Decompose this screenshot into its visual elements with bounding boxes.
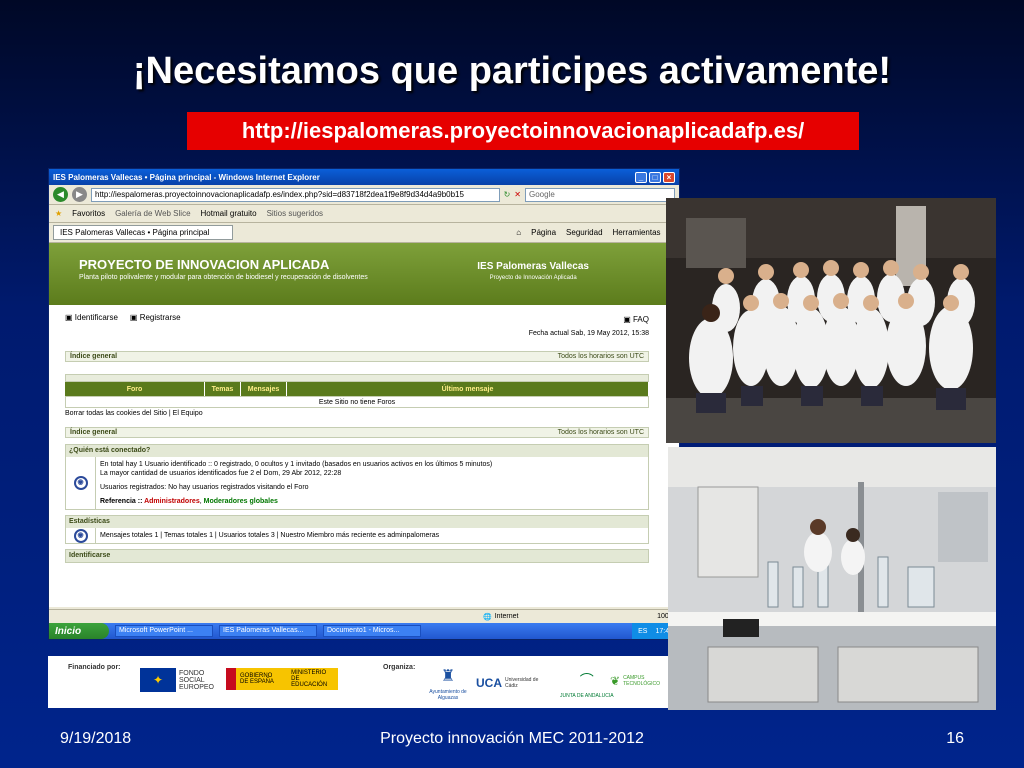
banner-site-sub: Proyecto de Innovación Aplicada — [489, 275, 577, 281]
tool-page[interactable]: Página — [531, 228, 556, 237]
admins-link[interactable]: Administradores — [144, 498, 200, 505]
users-online-icon: ◉ — [73, 476, 88, 490]
who-online-section: ¿Quién está conectado? ◉ En total hay 1 … — [65, 444, 649, 510]
favorites-item-2[interactable]: Hotmail gratuito — [201, 209, 257, 218]
tool-tools[interactable]: Herramientas — [613, 228, 661, 237]
stats-section: Estadísticas ◉ Mensajes totales 1 | Tema… — [65, 515, 649, 544]
reference-line: Referencia :: Administradores, Moderador… — [100, 498, 278, 505]
window-titlebar: IES Palomeras Vallecas • Página principa… — [49, 169, 679, 185]
favorites-bar: ★ Favoritos Galería de Web Slice Hotmail… — [49, 205, 679, 223]
laboratory-illustration — [668, 447, 996, 710]
task-word[interactable]: Documento1 - Micros... — [323, 625, 421, 637]
forum-page: PROYECTO DE INNOVACION APLICADA Planta p… — [49, 243, 679, 607]
stop-icon[interactable]: ✕ — [514, 190, 521, 199]
tool-security[interactable]: Seguridad — [566, 228, 602, 237]
stats-title: Estadísticas — [66, 516, 648, 528]
stats-line: Mensajes totales 1 | Temas totales 1 | U… — [100, 532, 440, 539]
index-bar-bottom: Índice general Todos los horarios son UT… — [65, 427, 649, 438]
forward-icon[interactable]: ▶ — [72, 187, 87, 202]
uca-logo: UCA Universidad de Cádiz — [476, 676, 539, 690]
funded-by-label: Financiado por: — [68, 664, 121, 671]
close-icon[interactable]: × — [663, 171, 675, 183]
footer-center: Proyecto innovación MEC 2011-2012 — [380, 730, 644, 747]
fse-logo: ✦ FONDO SOCIAL EUROPEO — [140, 668, 219, 692]
faq-link[interactable]: ▣ FAQ — [623, 315, 649, 324]
eu-flag-icon: ✦ — [140, 668, 176, 692]
task-powerpoint[interactable]: Microsoft PowerPoint ... — [115, 625, 213, 637]
index-link-bottom[interactable]: Índice general — [70, 429, 117, 436]
minimize-icon[interactable]: _ — [635, 171, 647, 183]
sponsor-logos: Financiado por: ✦ FONDO SOCIAL EUROPEO G… — [48, 656, 670, 708]
who-online-line3: Usuarios registrados: No hay usuarios re… — [100, 484, 309, 491]
timezone-label: Todos los horarios son UTC — [557, 353, 644, 360]
start-button[interactable]: Inicio — [49, 623, 109, 639]
campus-logo: ❦ CAMPUS TECNOLÓGICO — [610, 674, 661, 688]
footer-page-number: 16 — [946, 730, 964, 747]
current-date: Fecha actual Sab, 19 May 2012, 15:38 — [528, 330, 649, 337]
favorites-star-icon: ★ — [55, 209, 63, 218]
timezone-label-bottom: Todos los horarios son UTC — [557, 429, 644, 436]
gobierno-logo: GOBIERNO DE ESPAÑA MINISTERIO DE EDUCACIÓ… — [226, 668, 338, 690]
login-section: Identificarse — [65, 549, 649, 563]
who-online-line2: La mayor cantidad de usuarios identifica… — [100, 470, 342, 477]
forum-table: Foro Temas Mensajes Último mensaje Este … — [65, 374, 649, 408]
forum-table-header: Foro Temas Mensajes Último mensaje — [65, 382, 649, 396]
who-online-line1: En total hay 1 Usuario identificado :: 0… — [100, 461, 493, 468]
register-link[interactable]: ▣ Registrarse — [130, 313, 181, 322]
col-posts: Mensajes — [241, 382, 287, 396]
address-toolbar: ◀ ▶ http://iespalomeras.proyectoinnovaci… — [49, 185, 679, 205]
index-link[interactable]: Índice general — [70, 353, 117, 360]
search-input[interactable]: Google — [525, 187, 675, 202]
windows-taskbar: Inicio Microsoft PowerPoint ... IES Palo… — [49, 623, 679, 639]
task-ie[interactable]: IES Palomeras Vallecas... — [219, 625, 317, 637]
junta-arch-icon: ⌒ — [579, 672, 594, 688]
col-forum: Foro — [65, 382, 205, 396]
home-icon[interactable]: ⌂ — [516, 228, 521, 237]
language-indicator[interactable]: ES — [638, 628, 647, 635]
ayuntamiento-logo: ♜ Ayuntamiento de Alguazas — [429, 668, 467, 701]
cookie-links[interactable]: Borrar todas las cookies del Sitio | El … — [65, 410, 663, 417]
address-input[interactable]: http://iespalomeras.proyectoinnovacionap… — [91, 187, 500, 202]
globe-icon: 🌐 — [483, 613, 492, 621]
maximize-icon[interactable]: □ — [649, 171, 661, 183]
laboratory-photo — [668, 447, 996, 710]
back-icon[interactable]: ◀ — [53, 187, 68, 202]
browser-screenshot: IES Palomeras Vallecas • Página principa… — [48, 168, 680, 640]
crest-icon: ♜ — [440, 668, 456, 685]
students-group-photo — [666, 198, 996, 443]
junta-logo: ⌒ JUNTA DE ANDALUCIA — [560, 672, 614, 699]
user-links: ▣ Identificarse ▣ Registrarse — [49, 305, 679, 324]
organiza-label: Organiza: — [383, 664, 416, 671]
forum-banner: PROYECTO DE INNOVACION APLICADA Planta p… — [49, 243, 679, 305]
stats-icon: ◉ — [73, 528, 88, 543]
refresh-icon[interactable]: ↻ — [504, 190, 511, 199]
index-bar-top: Índice general Todos los horarios son UT… — [65, 351, 649, 362]
favorites-item-3[interactable]: Sitios sugeridos — [267, 209, 323, 218]
status-zone: Internet — [494, 613, 519, 620]
slide-title: ¡Necesitamos que participes activamente! — [132, 50, 892, 92]
banner-site-name: IES Palomeras Vallecas — [477, 261, 589, 272]
tab-bar: IES Palomeras Vallecas • Página principa… — [49, 223, 679, 243]
favorites-item-0[interactable]: Favoritos — [72, 209, 105, 218]
campus-leaf-icon: ❦ — [610, 674, 621, 688]
favorites-item-1[interactable]: Galería de Web Slice — [115, 209, 190, 218]
col-topics: Temas — [205, 382, 241, 396]
students-group-illustration — [666, 198, 996, 443]
login-link[interactable]: ▣ Identificarse — [65, 313, 118, 322]
status-bar: 🌐 Internet 100% — [49, 609, 679, 623]
who-online-title: ¿Quién está conectado? — [66, 445, 648, 457]
window-title: IES Palomeras Vallecas • Página principa… — [53, 172, 320, 182]
login-title: Identificarse — [66, 550, 648, 562]
project-url[interactable]: http://iespalomeras.proyectoinnovacionap… — [187, 112, 859, 150]
browser-tab[interactable]: IES Palomeras Vallecas • Página principa… — [53, 225, 233, 240]
col-last-post: Último mensaje — [287, 382, 649, 396]
no-forums-row: Este Sitio no tiene Foros — [65, 396, 649, 408]
mods-link[interactable]: Moderadores globales — [204, 498, 278, 505]
